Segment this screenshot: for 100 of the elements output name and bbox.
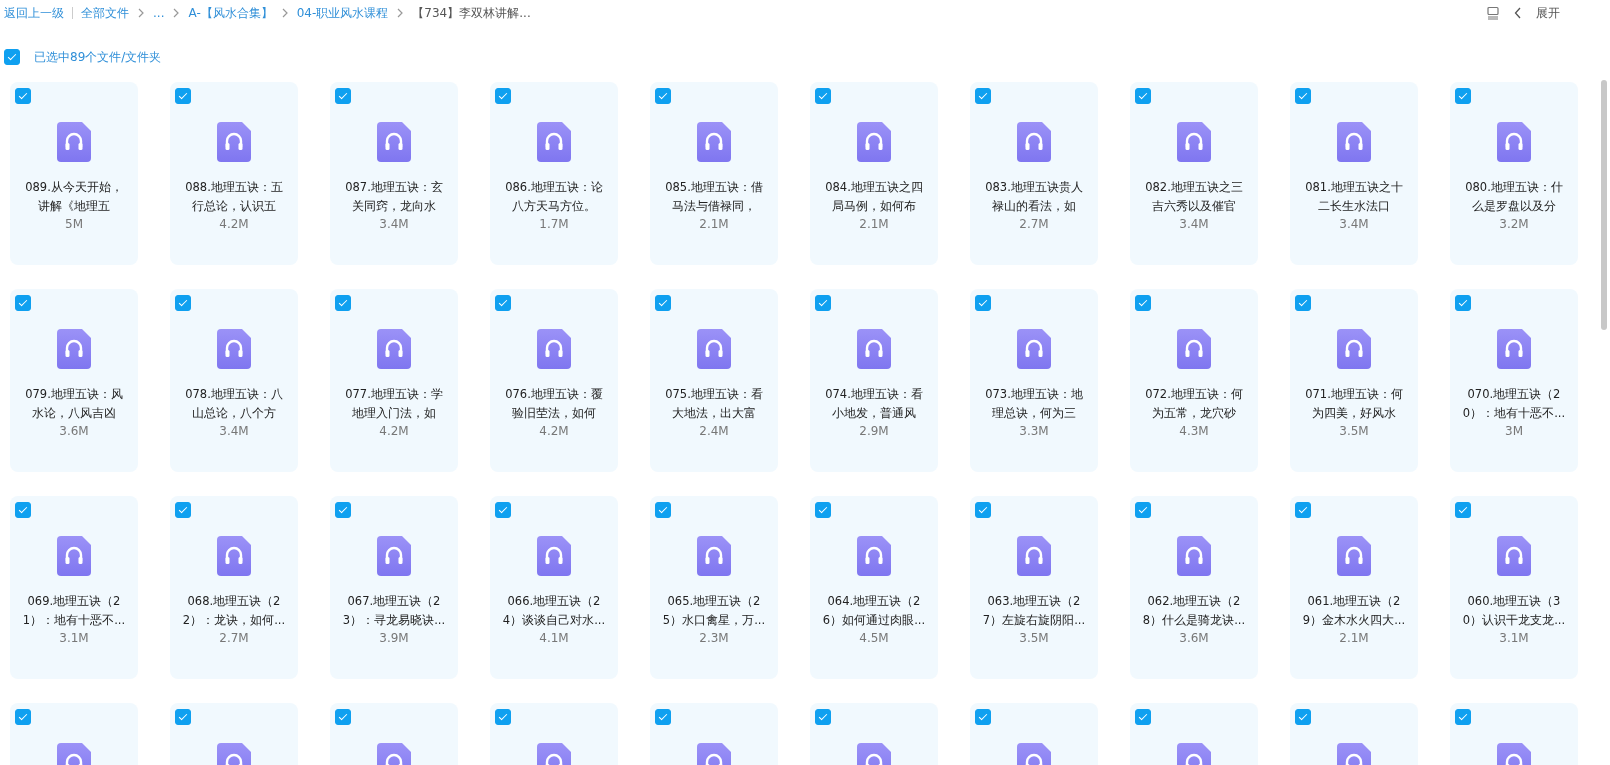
file-checkbox[interactable]: [175, 295, 191, 311]
file-card[interactable]: 069.地理五诀（2 1）：地有十恶不... 3.1M: [10, 496, 138, 679]
file-checkbox[interactable]: [1455, 88, 1471, 104]
file-checkbox[interactable]: [815, 709, 831, 725]
file-checkbox[interactable]: [495, 295, 511, 311]
file-card[interactable]: 078.地理五诀：八 山总论，八个方 3.4M: [170, 289, 298, 472]
file-checkbox[interactable]: [655, 709, 671, 725]
file-name: 060.地理五诀（3 0）认识干龙支龙...: [1462, 593, 1566, 629]
file-name: 079.地理五诀：风 水论，八风吉凶: [25, 386, 123, 422]
file-checkbox[interactable]: [815, 295, 831, 311]
file-checkbox[interactable]: [15, 295, 31, 311]
file-card[interactable]: 074.地理五诀：看 小地发，普通风 2.9M: [810, 289, 938, 472]
file-card[interactable]: 062.地理五诀（2 8）什么是骑龙诀... 3.6M: [1130, 496, 1258, 679]
file-checkbox[interactable]: [495, 502, 511, 518]
file-checkbox[interactable]: [15, 88, 31, 104]
file-checkbox[interactable]: [175, 88, 191, 104]
file-checkbox[interactable]: [335, 295, 351, 311]
file-card[interactable]: 083.地理五诀贵人 禄山的看法，如 2.7M: [970, 82, 1098, 265]
file-checkbox[interactable]: [335, 502, 351, 518]
file-name: 069.地理五诀（2 1）：地有十恶不...: [22, 593, 126, 629]
breadcrumb-item[interactable]: A-【风水合集】: [188, 4, 273, 22]
file-checkbox[interactable]: [815, 502, 831, 518]
file-card[interactable]: 065.地理五诀（2 5）水口禽星，万... 2.3M: [650, 496, 778, 679]
file-card[interactable]: 077.地理五诀：学 地理入门法，如 4.2M: [330, 289, 458, 472]
file-card[interactable]: 079.地理五诀：风 水论，八风吉凶 3.6M: [10, 289, 138, 472]
file-card[interactable]: 087.地理五诀：玄 关同窍，龙向水 3.4M: [330, 82, 458, 265]
file-checkbox[interactable]: [975, 88, 991, 104]
audio-file-icon: [537, 122, 571, 162]
file-card[interactable]: 064.地理五诀（2 6）如何通过肉眼... 4.5M: [810, 496, 938, 679]
file-checkbox[interactable]: [975, 295, 991, 311]
file-checkbox[interactable]: [655, 502, 671, 518]
file-size: 2.7M: [1019, 216, 1049, 232]
file-checkbox[interactable]: [1135, 709, 1151, 725]
file-checkbox[interactable]: [975, 502, 991, 518]
file-checkbox[interactable]: [975, 709, 991, 725]
file-card[interactable]: 061.地理五诀（2 9）金木水火四大... 2.1M: [1290, 496, 1418, 679]
file-card[interactable]: 075.地理五诀：看 大地法，出大富 2.4M: [650, 289, 778, 472]
file-card[interactable]: 081.地理五诀之十 二长生水法口 3.4M: [1290, 82, 1418, 265]
file-checkbox[interactable]: [335, 88, 351, 104]
file-card[interactable]: 066.地理五诀（2 4）谈谈自己对水... 4.1M: [490, 496, 618, 679]
file-checkbox[interactable]: [1135, 502, 1151, 518]
file-name: 085.地理五诀：借 马法与借禄同，: [665, 179, 763, 215]
file-checkbox[interactable]: [1295, 88, 1311, 104]
file-card[interactable]: 060.地理五诀（3 0）认识干龙支龙... 3.1M: [1450, 496, 1578, 679]
file-checkbox[interactable]: [175, 502, 191, 518]
file-checkbox[interactable]: [1455, 709, 1471, 725]
breadcrumb-item[interactable]: ...: [153, 6, 165, 20]
file-size: 3.6M: [1179, 630, 1209, 646]
chevron-icon: [137, 8, 145, 18]
back-link[interactable]: 返回上一级: [4, 4, 64, 22]
file-name: 065.地理五诀（2 5）水口禽星，万...: [662, 593, 766, 629]
file-name: 086.地理五诀：论 八方天马方位。: [505, 179, 603, 215]
file-card[interactable]: 082.地理五诀之三 吉六秀以及催官 3.4M: [1130, 82, 1258, 265]
file-name: 063.地理五诀（2 7）左旋右旋阴阳...: [982, 593, 1086, 629]
file-card[interactable]: 063.地理五诀（2 7）左旋右旋阴阳... 3.5M: [970, 496, 1098, 679]
file-name: 061.地理五诀（2 9）金木水火四大...: [1302, 593, 1406, 629]
file-checkbox[interactable]: [175, 709, 191, 725]
file-checkbox[interactable]: [495, 709, 511, 725]
file-checkbox[interactable]: [1295, 709, 1311, 725]
file-name: 089.从今天开始， 讲解《地理五: [25, 179, 123, 215]
chevron-left-icon[interactable]: [1514, 7, 1522, 19]
file-card[interactable]: 073.地理五诀：地 理总诀，何为三 3.3M: [970, 289, 1098, 472]
file-checkbox[interactable]: [1455, 502, 1471, 518]
file-card[interactable]: 072.地理五诀：何 为五常，龙穴砂 4.3M: [1130, 289, 1258, 472]
file-card[interactable]: 086.地理五诀：论 八方天马方位。 1.7M: [490, 82, 618, 265]
file-checkbox[interactable]: [335, 709, 351, 725]
select-all-checkbox[interactable]: [4, 49, 20, 65]
breadcrumb-item[interactable]: 全部文件: [81, 4, 129, 22]
file-checkbox[interactable]: [495, 88, 511, 104]
file-checkbox[interactable]: [1135, 295, 1151, 311]
audio-file-icon: [1497, 536, 1531, 576]
file-checkbox[interactable]: [655, 295, 671, 311]
file-checkbox[interactable]: [1135, 88, 1151, 104]
file-checkbox[interactable]: [655, 88, 671, 104]
file-checkbox[interactable]: [815, 88, 831, 104]
file-card[interactable]: 068.地理五诀（2 2）：龙诀，如何... 2.7M: [170, 496, 298, 679]
file-card[interactable]: 067.地理五诀（2 3）：寻龙易晓诀... 3.9M: [330, 496, 458, 679]
file-card[interactable]: 089.从今天开始， 讲解《地理五 5M: [10, 82, 138, 265]
file-name: 072.地理五诀：何 为五常，龙穴砂: [1145, 386, 1243, 422]
file-card[interactable]: 084.地理五诀之四 局马例，如何布 2.1M: [810, 82, 938, 265]
file-card[interactable]: 085.地理五诀：借 马法与借禄同， 2.1M: [650, 82, 778, 265]
file-checkbox[interactable]: [1295, 502, 1311, 518]
file-name: 077.地理五诀：学 地理入门法，如: [345, 386, 443, 422]
file-card[interactable]: 076.地理五诀：覆 验旧茔法，如何 4.2M: [490, 289, 618, 472]
file-size: 4.2M: [539, 423, 569, 439]
file-checkbox[interactable]: [15, 709, 31, 725]
list-view-icon[interactable]: [1486, 6, 1500, 20]
file-card[interactable]: 080.地理五诀：什 么是罗盘以及分 3.2M: [1450, 82, 1578, 265]
expand-link[interactable]: 展开: [1536, 4, 1560, 22]
file-checkbox[interactable]: [1455, 295, 1471, 311]
file-card[interactable]: 088.地理五诀：五 行总论，认识五 4.2M: [170, 82, 298, 265]
file-card[interactable]: 070.地理五诀（2 0）：地有十恶不... 3M: [1450, 289, 1578, 472]
file-name: 080.地理五诀：什 么是罗盘以及分: [1465, 179, 1563, 215]
breadcrumb-item[interactable]: 【734】李双林讲解...: [412, 4, 531, 22]
file-size: 4.2M: [219, 216, 249, 232]
file-checkbox[interactable]: [1295, 295, 1311, 311]
file-size: 4.1M: [539, 630, 569, 646]
file-checkbox[interactable]: [15, 502, 31, 518]
file-card[interactable]: 071.地理五诀：何 为四美，好风水 3.5M: [1290, 289, 1418, 472]
breadcrumb-item[interactable]: 04-职业风水课程: [296, 4, 389, 22]
